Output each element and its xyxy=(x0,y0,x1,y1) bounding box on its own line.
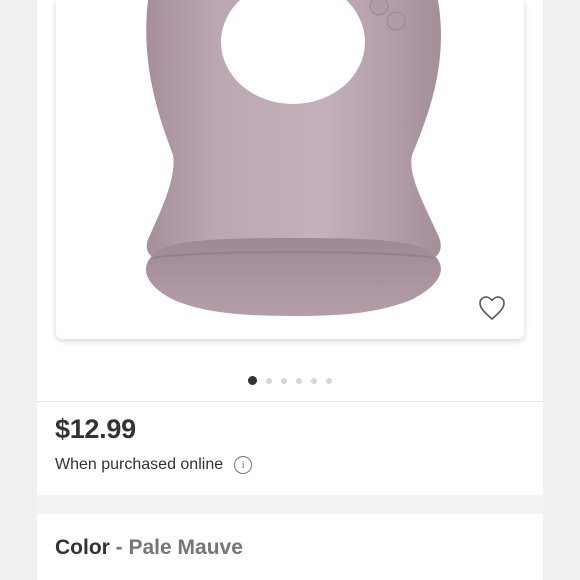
page-gutter-left xyxy=(0,0,37,580)
section-divider xyxy=(37,401,543,402)
color-separator: - xyxy=(115,536,129,559)
product-image-carousel[interactable] xyxy=(56,0,524,339)
carousel-pagination xyxy=(37,376,543,385)
heart-outline-icon xyxy=(479,296,505,320)
color-heading: Color - Pale Mauve xyxy=(55,536,243,560)
product-price: $12.99 xyxy=(55,414,136,444)
carousel-dot-6[interactable] xyxy=(326,377,332,384)
color-label: Color xyxy=(55,536,110,559)
selected-color-value: Pale Mauve xyxy=(128,536,243,559)
purchase-note-text: When purchased online xyxy=(55,456,224,473)
color-selector-card: Color - Pale Mauve xyxy=(37,514,543,580)
purchase-note: When purchased online i xyxy=(55,456,253,474)
page-gutter-right xyxy=(543,0,580,580)
carousel-dot-5[interactable] xyxy=(311,377,317,384)
carousel-dot-1[interactable] xyxy=(248,376,257,385)
add-to-favorites-button[interactable] xyxy=(478,295,506,321)
carousel-dot-4[interactable] xyxy=(296,377,302,384)
product-image-bib xyxy=(146,0,441,316)
carousel-dot-2[interactable] xyxy=(266,377,272,384)
carousel-dot-3[interactable] xyxy=(281,377,287,384)
product-summary-card: $12.99 When purchased online i xyxy=(37,0,543,495)
info-icon[interactable]: i xyxy=(234,456,253,474)
